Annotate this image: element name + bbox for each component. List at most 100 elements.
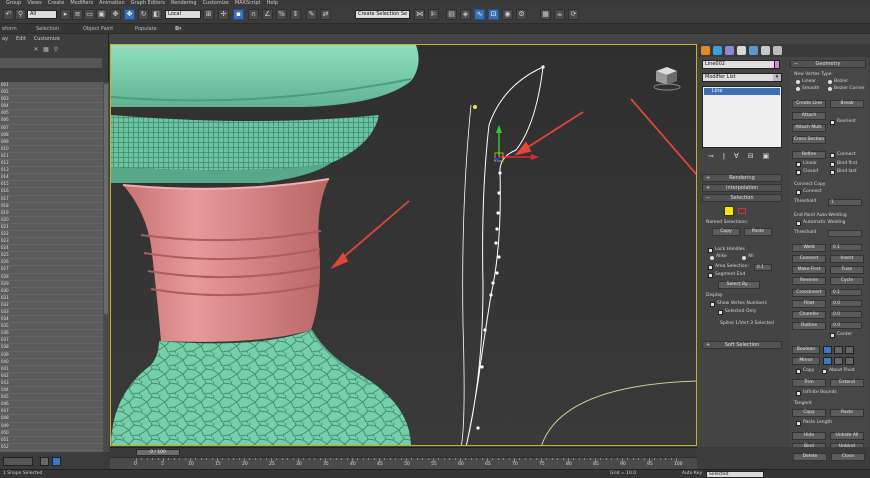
- lock-handles-checkbox[interactable]: [708, 248, 713, 253]
- list-item[interactable]: 045: [0, 394, 103, 402]
- list-item[interactable]: 009: [0, 139, 103, 146]
- scrollbar-thumb[interactable]: [104, 84, 108, 314]
- align-icon[interactable]: ⊫: [428, 9, 439, 20]
- graphite-icon[interactable]: ◈: [460, 9, 471, 20]
- remove-modifier-icon[interactable]: ⊟: [748, 152, 754, 162]
- list-item[interactable]: 001: [0, 82, 103, 90]
- fuse-button[interactable]: Fuse: [830, 266, 864, 274]
- list-item[interactable]: 047: [0, 408, 103, 416]
- list-item[interactable]: 030: [0, 288, 103, 295]
- list-item[interactable]: 031: [0, 295, 103, 302]
- list-item[interactable]: 018: [0, 203, 103, 210]
- display-tab-icon[interactable]: [749, 46, 758, 55]
- weld-threshold-spinner[interactable]: [828, 230, 862, 237]
- rotate-icon[interactable]: ↻: [138, 9, 149, 20]
- modify-tab-icon[interactable]: [713, 46, 722, 55]
- list-item[interactable]: 022: [0, 231, 103, 239]
- mirror-both-icon[interactable]: [845, 357, 854, 365]
- list-item[interactable]: 025: [0, 252, 103, 260]
- list-item[interactable]: 024: [0, 245, 103, 253]
- reorient-checkbox[interactable]: [830, 120, 835, 125]
- rendered-frame-icon[interactable]: ▦: [540, 9, 551, 20]
- layer-explorer-icon[interactable]: [40, 457, 49, 466]
- mirror-icon[interactable]: ⋈: [414, 9, 425, 20]
- boolean-intersect-icon[interactable]: [845, 346, 854, 354]
- linear-radio[interactable]: [796, 80, 800, 84]
- chamfer-button[interactable]: Chamfer: [792, 311, 826, 319]
- make-first-button[interactable]: Make First: [792, 266, 826, 274]
- list-item[interactable]: 029: [0, 281, 103, 288]
- curve-editor-icon[interactable]: ∿: [474, 9, 485, 20]
- list-item[interactable]: 014: [0, 174, 103, 182]
- interpolation-rollout[interactable]: + Interpolation: [702, 184, 782, 192]
- selection-filter-dropdown[interactable]: All: [27, 10, 57, 19]
- cross-section-button[interactable]: Cross Section: [792, 136, 826, 144]
- make-unique-icon[interactable]: ∀: [734, 152, 739, 162]
- weld-button[interactable]: Weld: [792, 244, 826, 252]
- list-item[interactable]: 028: [0, 274, 103, 281]
- mirror-button[interactable]: Mirror: [792, 357, 820, 365]
- list-item[interactable]: 013: [0, 167, 103, 175]
- list-item[interactable]: 017: [0, 196, 103, 203]
- break-button[interactable]: Break: [830, 100, 864, 108]
- mirror-copy-checkbox[interactable]: [796, 369, 801, 374]
- angle-snap-icon[interactable]: ∠: [262, 9, 273, 20]
- list-item[interactable]: 034: [0, 316, 103, 324]
- select-object-icon[interactable]: ▸: [60, 9, 71, 20]
- unhide-all-button[interactable]: Unhide All: [830, 432, 864, 440]
- attach-button[interactable]: Attach: [792, 112, 826, 120]
- hammer-icon[interactable]: [773, 46, 782, 55]
- list-item[interactable]: 012: [0, 160, 103, 168]
- window-crossing-icon[interactable]: ▣: [96, 9, 107, 20]
- outline-button[interactable]: Outline: [792, 322, 826, 330]
- maxscript-listener[interactable]: [3, 457, 33, 466]
- segment-end-checkbox[interactable]: [708, 273, 713, 278]
- scene-explorer-scrollbar[interactable]: [103, 82, 109, 452]
- all-radio[interactable]: [742, 256, 746, 260]
- stack-item-line[interactable]: Line: [704, 88, 780, 95]
- ribbon-tab-populate[interactable]: Populate: [135, 24, 157, 34]
- create-line-button[interactable]: Create Line: [792, 100, 826, 108]
- connect-copy-checkbox[interactable]: [796, 190, 801, 195]
- connect-button[interactable]: Connect: [792, 255, 826, 263]
- viewport-label[interactable]: [+] [Perspective] [Shaded]: [114, 46, 181, 52]
- snaps-toggle-icon[interactable]: ∩: [248, 9, 259, 20]
- list-item[interactable]: 035: [0, 323, 103, 331]
- bind-last-checkbox[interactable]: [830, 170, 835, 175]
- ribbon-toggle-icon[interactable]: ◘▾: [175, 24, 181, 34]
- time-slider[interactable]: 0 / 100: [136, 449, 180, 456]
- list-item[interactable]: 002: [0, 89, 103, 97]
- list-item[interactable]: 043: [0, 380, 103, 388]
- ribbon-tab-freeform[interactable]: eform: [2, 24, 17, 34]
- list-item[interactable]: 037: [0, 337, 103, 345]
- boolean-union-icon[interactable]: [823, 346, 832, 354]
- manipulate-icon[interactable]: ✢: [218, 9, 229, 20]
- edit-named-sets-icon[interactable]: ✎: [306, 9, 317, 20]
- scene-explorer-icon[interactable]: [52, 457, 61, 466]
- list-item[interactable]: 020: [0, 217, 103, 224]
- list-item[interactable]: 015: [0, 181, 103, 189]
- bind-first-checkbox[interactable]: [830, 162, 835, 167]
- schematic-view-icon[interactable]: ⊡: [488, 9, 499, 20]
- reference-coord-dropdown[interactable]: Local: [165, 10, 201, 19]
- layer-manager-icon[interactable]: ▤: [446, 9, 457, 20]
- threshold-spinner[interactable]: 1: [828, 199, 862, 206]
- extend-button[interactable]: Extend: [830, 379, 864, 387]
- list-item[interactable]: 048: [0, 415, 103, 423]
- utilities-tab-icon[interactable]: [761, 46, 770, 55]
- attach-mult-button[interactable]: Attach Mult.: [792, 124, 826, 132]
- list-item[interactable]: 050: [0, 430, 103, 437]
- area-selection-checkbox[interactable]: [708, 265, 713, 270]
- search-icon[interactable]: ⚲: [52, 46, 60, 54]
- smooth-radio[interactable]: [796, 87, 800, 91]
- list-item[interactable]: 021: [0, 224, 103, 231]
- tangent-copy-button[interactable]: Copy: [792, 409, 826, 417]
- list-item[interactable]: 032: [0, 302, 103, 309]
- list-item[interactable]: 052: [0, 444, 103, 451]
- outline-spinner[interactable]: 0.0: [830, 322, 862, 329]
- list-item[interactable]: 049: [0, 423, 103, 430]
- show-end-result-icon[interactable]: ǀ: [723, 152, 725, 162]
- delete-button[interactable]: Delete: [793, 453, 827, 461]
- modifier-list-dropdown[interactable]: Modifier List ▾: [702, 73, 782, 82]
- list-item[interactable]: 019: [0, 210, 103, 217]
